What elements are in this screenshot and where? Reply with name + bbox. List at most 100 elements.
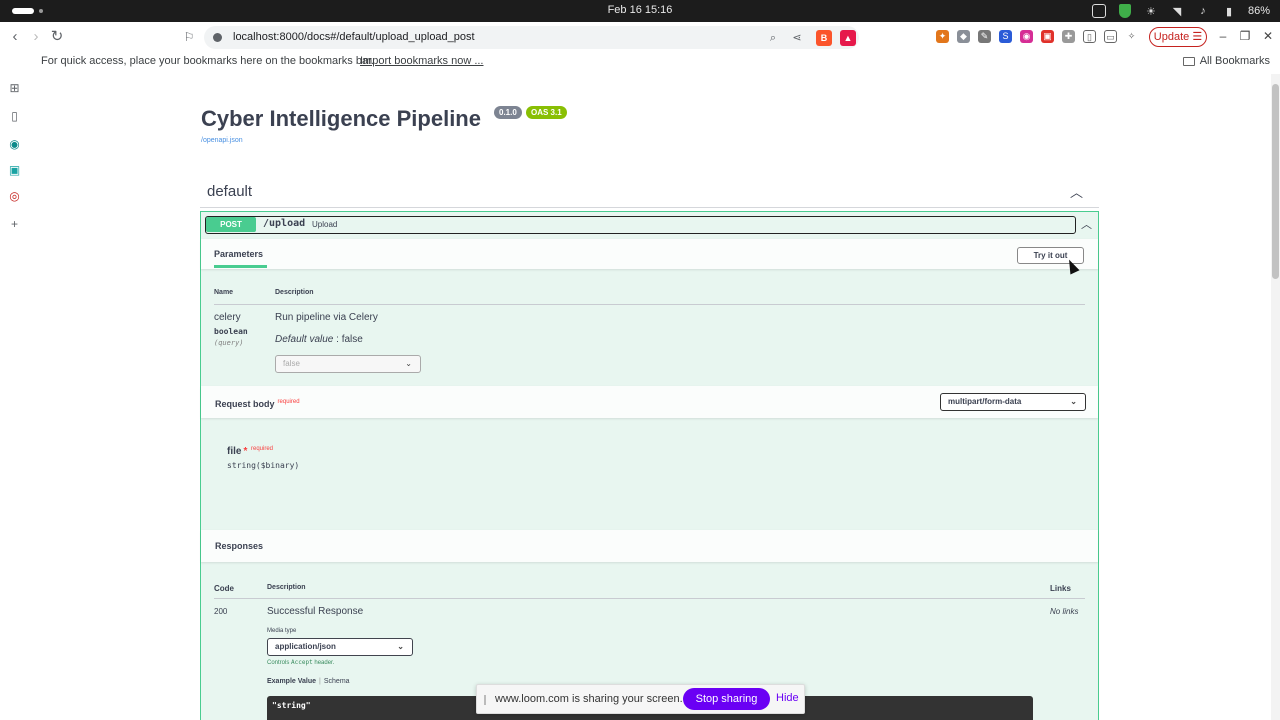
param-default-value: : false [333, 334, 363, 345]
request-body-title: Request body required [215, 399, 300, 409]
forward-arrow-icon[interactable]: › [27, 28, 45, 46]
drag-handle-icon[interactable] [484, 695, 486, 705]
note-code: Accept [291, 659, 313, 666]
metamask-icon[interactable]: ✦ [936, 30, 949, 43]
celery-select[interactable]: false ⌄ [275, 355, 421, 373]
sidebar-panel-icon[interactable]: ▯ [8, 110, 21, 123]
os-top-bar: Feb 16 15:16 ☀ ◥ ♪ ▮ 86% [0, 0, 1280, 22]
close-icon[interactable]: ✕ [1261, 29, 1275, 43]
minimize-icon[interactable]: – [1216, 29, 1230, 43]
chevron-down-icon: ⌄ [397, 642, 404, 651]
leo-ai-icon[interactable]: ✧ [1125, 30, 1138, 43]
chevron-up-icon[interactable]: ︿ [1070, 182, 1083, 201]
param-default-label: Default value [275, 334, 334, 345]
operation-summary[interactable]: POST /upload Upload [205, 216, 1076, 234]
brightness-icon[interactable]: ☀ [1144, 4, 1158, 18]
bookmarks-bar: For quick access, place your bookmarks h… [0, 52, 1280, 70]
import-bookmarks-link[interactable]: Import bookmarks now ... [360, 55, 484, 67]
param-header-divider [214, 304, 1085, 305]
brave-rewards-icon[interactable]: ▲ [840, 30, 856, 46]
apps-grid-icon[interactable]: ⊞ [8, 82, 21, 95]
media-type-note: Controls Accept header. [267, 659, 334, 666]
file-field-required: required [251, 446, 274, 452]
zoom-icon[interactable]: ⌕ [765, 30, 781, 46]
bookmark-panel-icon[interactable]: ▣ [8, 164, 21, 177]
param-location: (query) [214, 339, 244, 347]
back-arrow-icon[interactable]: ‹ [6, 28, 24, 46]
chevron-down-icon: ⌄ [405, 359, 412, 368]
screen-share-icon[interactable] [1091, 4, 1106, 18]
share-icon[interactable]: ⋖ [789, 30, 805, 46]
chevron-down-icon: ⌄ [1070, 397, 1077, 406]
blue-extension-icon[interactable]: S [999, 30, 1012, 43]
operation-summary-text: Upload [312, 220, 338, 229]
media-type-select[interactable]: application/json ⌄ [267, 638, 413, 656]
red-extension-icon[interactable]: ▣ [1041, 30, 1054, 43]
compass-icon[interactable]: ◉ [8, 138, 21, 151]
tag-section-default[interactable]: default ︿ [200, 176, 1099, 208]
all-bookmarks-button[interactable]: All Bookmarks [1182, 55, 1270, 67]
loom-sharing-message: www.loom.com is sharing your screen. [495, 693, 683, 705]
brave-shield-icon[interactable]: B [816, 30, 832, 46]
loom-sharing-bar: www.loom.com is sharing your screen. Sto… [476, 684, 805, 714]
update-button-label: Update [1153, 31, 1190, 43]
url-text[interactable]: localhost:8000/docs#/default/upload_uplo… [233, 31, 475, 43]
method-badge: POST [206, 217, 256, 232]
address-bar[interactable]: localhost:8000/docs#/default/upload_uplo… [204, 26, 859, 49]
tab-parameters[interactable]: Parameters [214, 249, 263, 259]
volume-icon[interactable]: ♪ [1196, 4, 1210, 18]
tab-active-underline [214, 265, 267, 268]
site-info-icon[interactable] [213, 33, 222, 42]
shield-icon[interactable] [1118, 4, 1132, 18]
wallet-icon[interactable]: ▭ [1104, 30, 1117, 43]
scrollbar-thumb[interactable] [1272, 84, 1279, 279]
note-prefix: Controls [267, 660, 292, 666]
pink-extension-icon[interactable]: ◉ [1020, 30, 1033, 43]
file-field-type: string($binary) [227, 461, 300, 470]
pen-extension-icon[interactable]: ✎ [978, 30, 991, 43]
os-clock[interactable]: Feb 16 15:16 [0, 4, 1280, 16]
browser-toolbar: ‹ › ↻ ⚐ localhost:8000/docs#/default/upl… [0, 22, 1280, 52]
system-tray: ☀ ◥ ♪ ▮ 86% [1091, 3, 1270, 19]
battery-icon[interactable]: ▮ [1222, 4, 1236, 18]
maximize-icon[interactable]: ❐ [1238, 29, 1252, 43]
menu-icon: ☰ [1192, 31, 1203, 43]
folder-icon [1182, 56, 1195, 66]
all-bookmarks-label: All Bookmarks [1199, 55, 1270, 67]
sidebar-toggle-icon[interactable]: ▯ [1083, 30, 1096, 43]
version-badge: 0.1.0 [494, 106, 522, 119]
note-suffix: header. [312, 660, 335, 666]
parameters-header: Parameters Try it out [201, 239, 1098, 269]
tab-example-value[interactable]: Example Value [267, 678, 316, 685]
hide-button[interactable]: Hide [776, 692, 799, 704]
param-name: celery [214, 312, 241, 323]
required-star: * [243, 446, 248, 457]
example-value-text: "string" [272, 701, 311, 710]
puzzle-extension-icon[interactable]: ✚ [1062, 30, 1075, 43]
bookmark-icon[interactable]: ⚐ [180, 28, 198, 46]
openapi-json-link[interactable]: /openapi.json [201, 137, 243, 144]
param-header-description: Description [275, 289, 314, 296]
add-panel-icon[interactable]: + [8, 218, 21, 231]
content-type-value: multipart/form-data [948, 397, 1022, 406]
media-type-value: application/json [275, 642, 336, 651]
chevron-up-icon[interactable]: ︿ [1081, 216, 1092, 232]
stop-sharing-button[interactable]: Stop sharing [683, 688, 770, 710]
responses-title: Responses [215, 541, 264, 551]
content-type-select[interactable]: multipart/form-data ⌄ [940, 393, 1086, 411]
example-tabs: Example Value | Schema [267, 678, 350, 685]
record-icon[interactable]: ◎ [8, 190, 21, 203]
file-field-name: file * [227, 446, 247, 457]
tab-separator: | [319, 678, 321, 685]
privacy-shield-icon[interactable]: ◆ [957, 30, 970, 43]
api-title: Cyber Intelligence Pipeline [201, 106, 481, 131]
tab-schema[interactable]: Schema [324, 678, 350, 685]
param-description: Run pipeline via Celery [275, 312, 378, 323]
responses-header: Responses [201, 530, 1098, 562]
wifi-icon[interactable]: ◥ [1170, 4, 1184, 18]
battery-percent: 86% [1247, 5, 1270, 17]
request-body-header: Request body required multipart/form-data… [201, 386, 1098, 418]
reload-icon[interactable]: ↻ [48, 28, 66, 46]
media-type-label: Media type [267, 628, 297, 634]
update-button[interactable]: Update ☰ [1149, 27, 1207, 47]
